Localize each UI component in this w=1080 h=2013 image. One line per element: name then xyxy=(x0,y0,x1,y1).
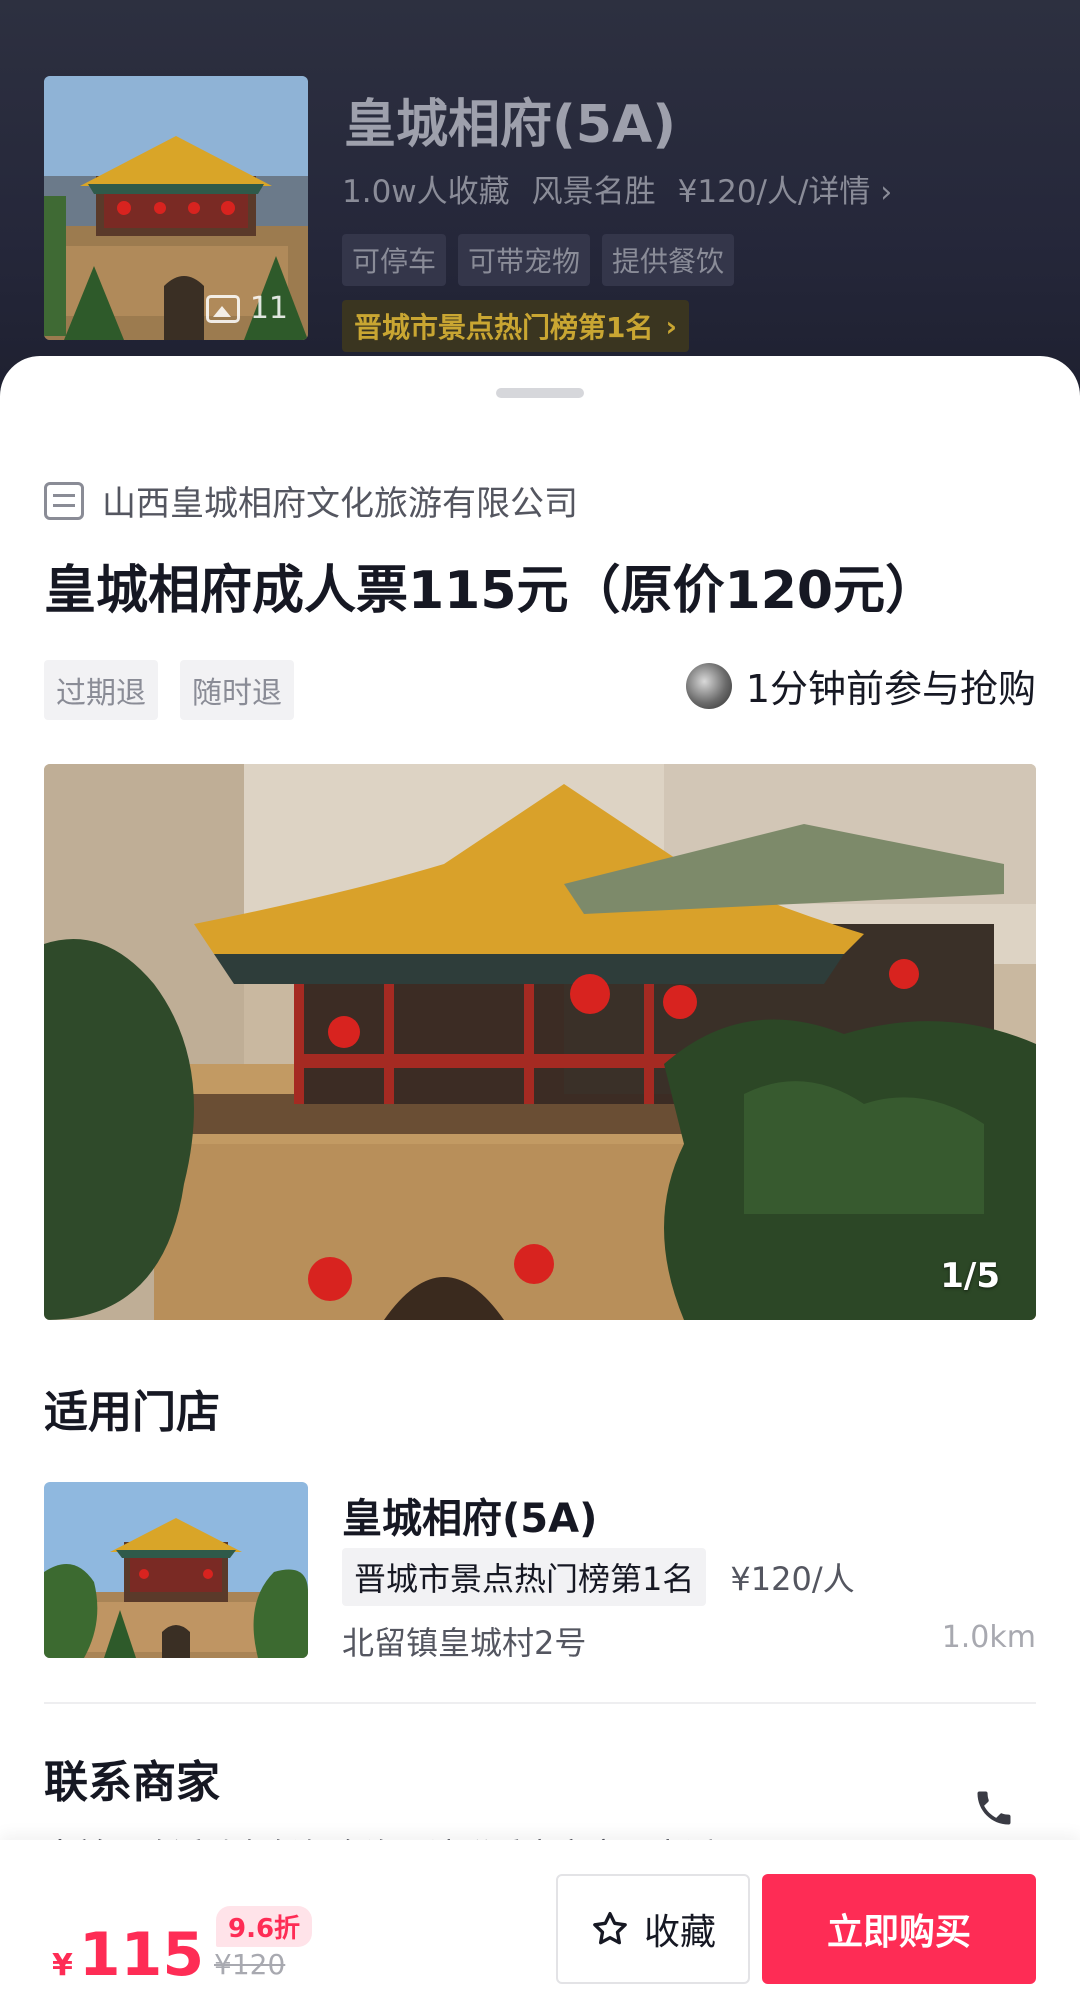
buy-now-button[interactable]: 立即购买 xyxy=(762,1874,1036,1984)
image-count: 11 xyxy=(205,291,288,326)
poi-meta[interactable]: 1.0w人收藏 风景名胜 ¥120/人/详情 › xyxy=(342,166,892,211)
store-thumbnail[interactable] xyxy=(44,1482,308,1658)
deal-title: 皇城相府成人票115元（原价120元） xyxy=(44,561,938,621)
price-value: 115 xyxy=(78,1920,205,1990)
favorite-button[interactable]: 收藏 xyxy=(556,1874,750,1984)
store-price: ¥120/人 xyxy=(730,1560,855,1598)
contact-section-title: 联系商家 xyxy=(44,1757,220,1808)
merchant-row[interactable]: 山西皇城相府文化旅游有限公司 xyxy=(44,476,578,525)
refund-tags: 过期退 随时退 xyxy=(44,660,294,720)
favorite-button-label: 收藏 xyxy=(643,1912,716,1953)
recent-purchase: 1分钟前参与抢购 xyxy=(685,658,1036,713)
shop-icon xyxy=(44,481,84,520)
poi-rank-label: 晋城市景点热门榜第1名 xyxy=(354,311,654,344)
poi-tag: 可停车 xyxy=(342,234,447,286)
poi-rank-badge[interactable]: 晋城市景点热门榜第1名 › xyxy=(342,300,690,352)
sheet-drag-handle[interactable] xyxy=(496,388,584,398)
recent-purchase-label: 1分钟前参与抢购 xyxy=(745,667,1036,711)
poi-tag: 提供餐饮 xyxy=(602,234,735,286)
store-rank-badge[interactable]: 晋城市景点热门榜第1名 xyxy=(342,1548,707,1606)
poi-price-detail[interactable]: ¥120/人/详情 › xyxy=(678,166,893,211)
image-count-label: 11 xyxy=(249,291,288,326)
store-address[interactable]: 北留镇皇城村2号 xyxy=(342,1618,586,1664)
store-info-row: 晋城市景点热门榜第1名 ¥120/人 xyxy=(342,1548,855,1606)
section-divider xyxy=(44,1702,1036,1704)
chevron-right-icon: › xyxy=(880,175,893,210)
merchant-name: 山西皇城相府文化旅游有限公司 xyxy=(102,484,578,524)
current-price: ¥ 115 xyxy=(52,1920,204,1990)
poi-tags: 可停车 可带宠物 提供餐饮 xyxy=(342,234,735,286)
bottom-action-bar: ¥ 115 9.6折 ¥120 收藏 立即购买 xyxy=(0,1840,1080,2013)
store-name[interactable]: 皇城相府(5A) xyxy=(342,1486,597,1544)
poi-favorites: 1.0w人收藏 xyxy=(342,174,510,210)
deal-photo-carousel[interactable]: 1/5 xyxy=(44,764,1036,1320)
poi-thumbnail[interactable]: 11 xyxy=(44,76,308,340)
store-distance: 1.0km xyxy=(941,1620,1036,1655)
refund-tag: 过期退 xyxy=(44,660,158,720)
original-price: ¥120 xyxy=(214,1948,286,1981)
poi-price-detail-label: ¥120/人/详情 xyxy=(677,174,871,210)
photo-index: 1/5 xyxy=(940,1256,1000,1296)
picture-icon xyxy=(205,294,240,323)
deal-photo xyxy=(44,764,1036,1320)
refund-tag: 随时退 xyxy=(180,660,294,720)
poi-tag: 可带宠物 xyxy=(458,234,591,286)
star-icon xyxy=(593,1912,627,1945)
avatar xyxy=(685,662,732,709)
store-thumbnail-image xyxy=(44,1482,308,1658)
chevron-right-icon: › xyxy=(665,309,678,343)
discount-badge: 9.6折 xyxy=(216,1906,313,1947)
currency-symbol: ¥ xyxy=(52,1948,73,1983)
poi-category: 风景名胜 xyxy=(531,174,656,210)
stores-section-title: 适用门店 xyxy=(44,1387,220,1438)
poi-title[interactable]: 皇城相府(5A) xyxy=(344,82,676,157)
phone-icon[interactable] xyxy=(972,1784,1016,1832)
